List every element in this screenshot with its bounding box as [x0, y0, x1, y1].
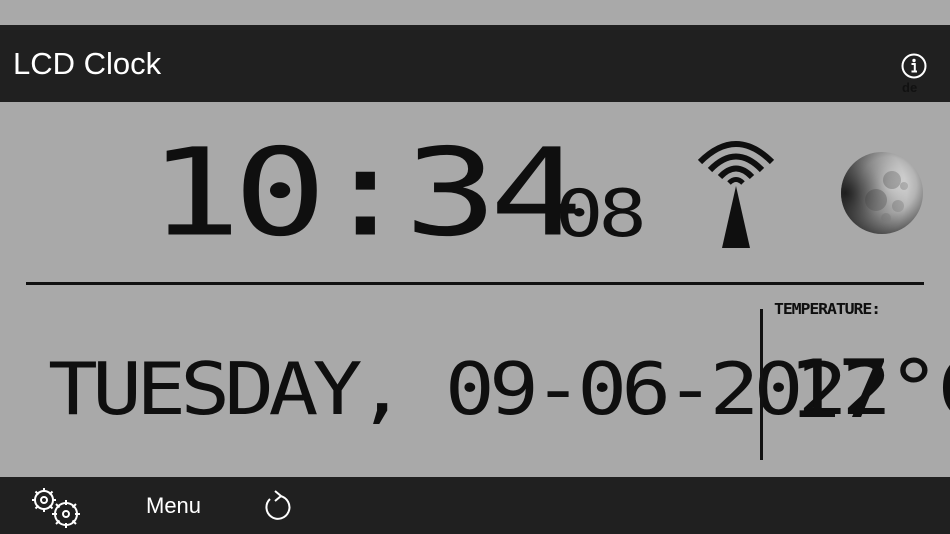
info-icon — [901, 53, 927, 79]
menu-button[interactable]: Menu — [146, 493, 201, 519]
app-title: LCD Clock — [13, 46, 162, 81]
refresh-icon — [265, 490, 291, 520]
gears-icon — [32, 488, 80, 528]
language-label[interactable]: de — [902, 80, 917, 95]
divider-vertical — [760, 309, 763, 460]
temperature-label: TEMPERATURE: — [774, 300, 881, 318]
divider-horizontal — [26, 282, 924, 285]
footer-bar: Menu — [0, 477, 950, 534]
settings-button[interactable] — [30, 486, 86, 528]
radio-signal-icon — [697, 141, 775, 248]
time-display: 10:34 — [148, 123, 583, 264]
info-button[interactable] — [899, 51, 929, 81]
moon-phase-icon — [841, 152, 923, 234]
seconds-display: 08 — [555, 175, 647, 252]
temperature-value: 17°C — [788, 343, 950, 436]
header-bar: LCD Clock de — [0, 25, 950, 102]
refresh-button[interactable] — [262, 489, 294, 523]
